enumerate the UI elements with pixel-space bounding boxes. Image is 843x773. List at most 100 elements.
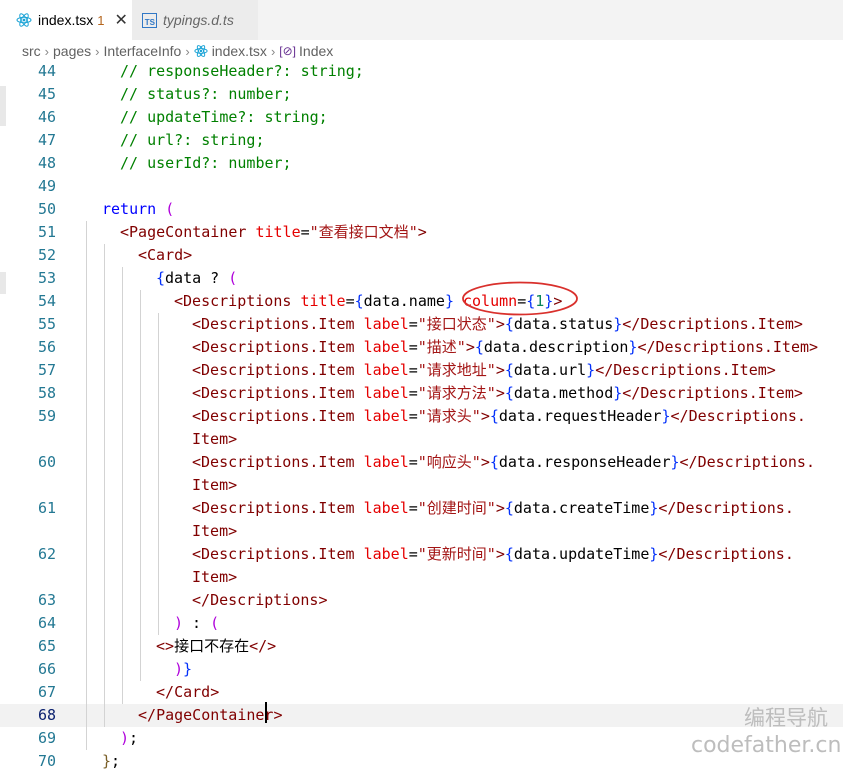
code-token: ) [120, 729, 130, 747]
code-token: label [363, 338, 409, 356]
code-line[interactable]: 68 </PageContainer> [0, 704, 843, 727]
code-text: </Descriptions> [192, 589, 327, 612]
code-token: > [495, 315, 505, 333]
code-token: </ [679, 453, 698, 471]
code-token: { [354, 292, 364, 310]
code-text: // status?: number; [120, 83, 292, 106]
code-line[interactable]: 44 // responseHeader?: string; [0, 60, 843, 83]
indent-guide [122, 267, 123, 704]
code-line[interactable]: Item> [0, 566, 843, 589]
breadcrumb-item-src[interactable]: src [22, 43, 41, 59]
code-line[interactable]: 64) : ( [0, 612, 843, 635]
code-token: > [480, 453, 490, 471]
line-number: 60 [37, 453, 56, 471]
code-token: = [408, 453, 418, 471]
code-line[interactable]: 47 // url?: string; [0, 129, 843, 152]
tab-typings-d-ts[interactable]: TS typings.d.ts [132, 0, 258, 40]
code-token: = [408, 338, 418, 356]
code-line[interactable]: 57 <Descriptions.Item label="请求地址">{data.… [0, 359, 843, 382]
code-token: < [192, 545, 202, 563]
code-token: Descriptions.Item [613, 361, 767, 379]
code-token: "请求头" [417, 407, 481, 425]
breadcrumb: src › pages › InterfaceInfo › index.tsx … [0, 40, 843, 62]
code-token: < [120, 223, 130, 241]
code-line[interactable]: 58 <Descriptions.Item label="请求方法">{data.… [0, 382, 843, 405]
code-line[interactable]: 52 <Card> [0, 244, 843, 267]
line-number: 56 [37, 338, 56, 356]
code-line[interactable]: 46 // updateTime?: string; [0, 106, 843, 129]
code-token: = [408, 499, 418, 517]
code-token: } [661, 407, 671, 425]
code-token: "请求方法" [417, 384, 496, 402]
code-line[interactable]: 61 <Descriptions.Item label="创建时间">{data.… [0, 497, 843, 520]
code-line[interactable]: 48 // userId?: number; [0, 152, 843, 175]
code-token: > [183, 246, 193, 264]
code-line[interactable]: 51 <PageContainer title="查看接口文档"> [0, 221, 843, 244]
code-token: = [345, 292, 355, 310]
code-line[interactable]: Item> [0, 428, 843, 451]
code-token: > [809, 338, 819, 356]
code-line[interactable]: 54 <Descriptions title={data.name} column… [0, 290, 843, 313]
tab-label: typings.d.ts [163, 12, 234, 28]
code-line[interactable]: 62 <Descriptions.Item label="更新时间">{data.… [0, 543, 843, 566]
line-number: 63 [37, 591, 56, 609]
code-token: </ [622, 315, 641, 333]
code-token: Descriptions.Item [640, 315, 794, 333]
code-token: > [495, 545, 505, 563]
code-line[interactable]: 65 <>接口不存在</> [0, 635, 843, 658]
indent-guide [140, 290, 141, 681]
code-token: > [228, 568, 238, 586]
code-text: // updateTime?: string; [120, 106, 328, 129]
code-token: { [474, 338, 484, 356]
code-token: } [444, 292, 454, 310]
code-line[interactable]: 59 <Descriptions.Item label="请求头">{data.r… [0, 405, 843, 428]
code-line[interactable]: 56 <Descriptions.Item label="描述">{data.de… [0, 336, 843, 359]
line-number: 61 [37, 499, 56, 517]
code-token: Descriptions [183, 292, 292, 310]
code-token: // userId?: number; [120, 154, 292, 172]
line-number: 57 [37, 361, 56, 379]
code-token: } [670, 453, 680, 471]
code-token: : [183, 614, 211, 632]
code-line[interactable]: 53 {data ? ( [0, 267, 843, 290]
code-token: data.status [513, 315, 614, 333]
breadcrumb-item-index-symbol[interactable]: Index [299, 43, 333, 59]
code-line[interactable]: 50 return ( [0, 198, 843, 221]
breadcrumb-item-pages[interactable]: pages [53, 43, 91, 59]
code-token: // url?: string; [120, 131, 265, 149]
code-line[interactable]: 55 <Descriptions.Item label="接口状态">{data.… [0, 313, 843, 336]
tab-index-tsx[interactable]: index.tsx 1 ✕ [0, 0, 132, 40]
line-number: 66 [37, 660, 56, 678]
line-number: 45 [37, 85, 56, 103]
code-line[interactable]: 67 </Card> [0, 681, 843, 704]
watermark-title: 编程导航 [744, 706, 828, 730]
typescript-icon: TS [142, 12, 157, 28]
indent-guide [86, 221, 87, 750]
breadcrumb-item-interfaceinfo[interactable]: InterfaceInfo [104, 43, 182, 59]
code-text: <Descriptions.Item label="更新时间">{data.up… [192, 543, 794, 566]
line-number: 64 [37, 614, 56, 632]
code-line[interactable]: 66)} [0, 658, 843, 681]
code-token: Descriptions.Item [201, 384, 355, 402]
code-text: <Card> [138, 244, 192, 267]
code-line[interactable]: Item> [0, 520, 843, 543]
code-text: </PageContainer> [138, 704, 283, 727]
code-line[interactable]: 45 // status?: number; [0, 83, 843, 106]
breadcrumb-item-index-tsx[interactable]: index.tsx [212, 43, 267, 59]
code-token: { [504, 384, 514, 402]
chevron-right-icon: › [95, 43, 100, 59]
code-token: { [504, 361, 514, 379]
code-line[interactable]: 49 [0, 175, 843, 198]
code-line[interactable]: 60 <Descriptions.Item label="响应头">{data.r… [0, 451, 843, 474]
symbol-variable-icon: [⊘] [279, 44, 297, 58]
code-token: } [613, 315, 623, 333]
tab-bar: index.tsx 1 ✕ TS typings.d.ts [0, 0, 843, 40]
code-line[interactable]: Item> [0, 474, 843, 497]
code-line[interactable]: 63 </Descriptions> [0, 589, 843, 612]
code-token: { [504, 499, 514, 517]
close-icon[interactable]: ✕ [114, 10, 127, 30]
code-token: < [192, 384, 202, 402]
code-token: </ [138, 706, 157, 724]
